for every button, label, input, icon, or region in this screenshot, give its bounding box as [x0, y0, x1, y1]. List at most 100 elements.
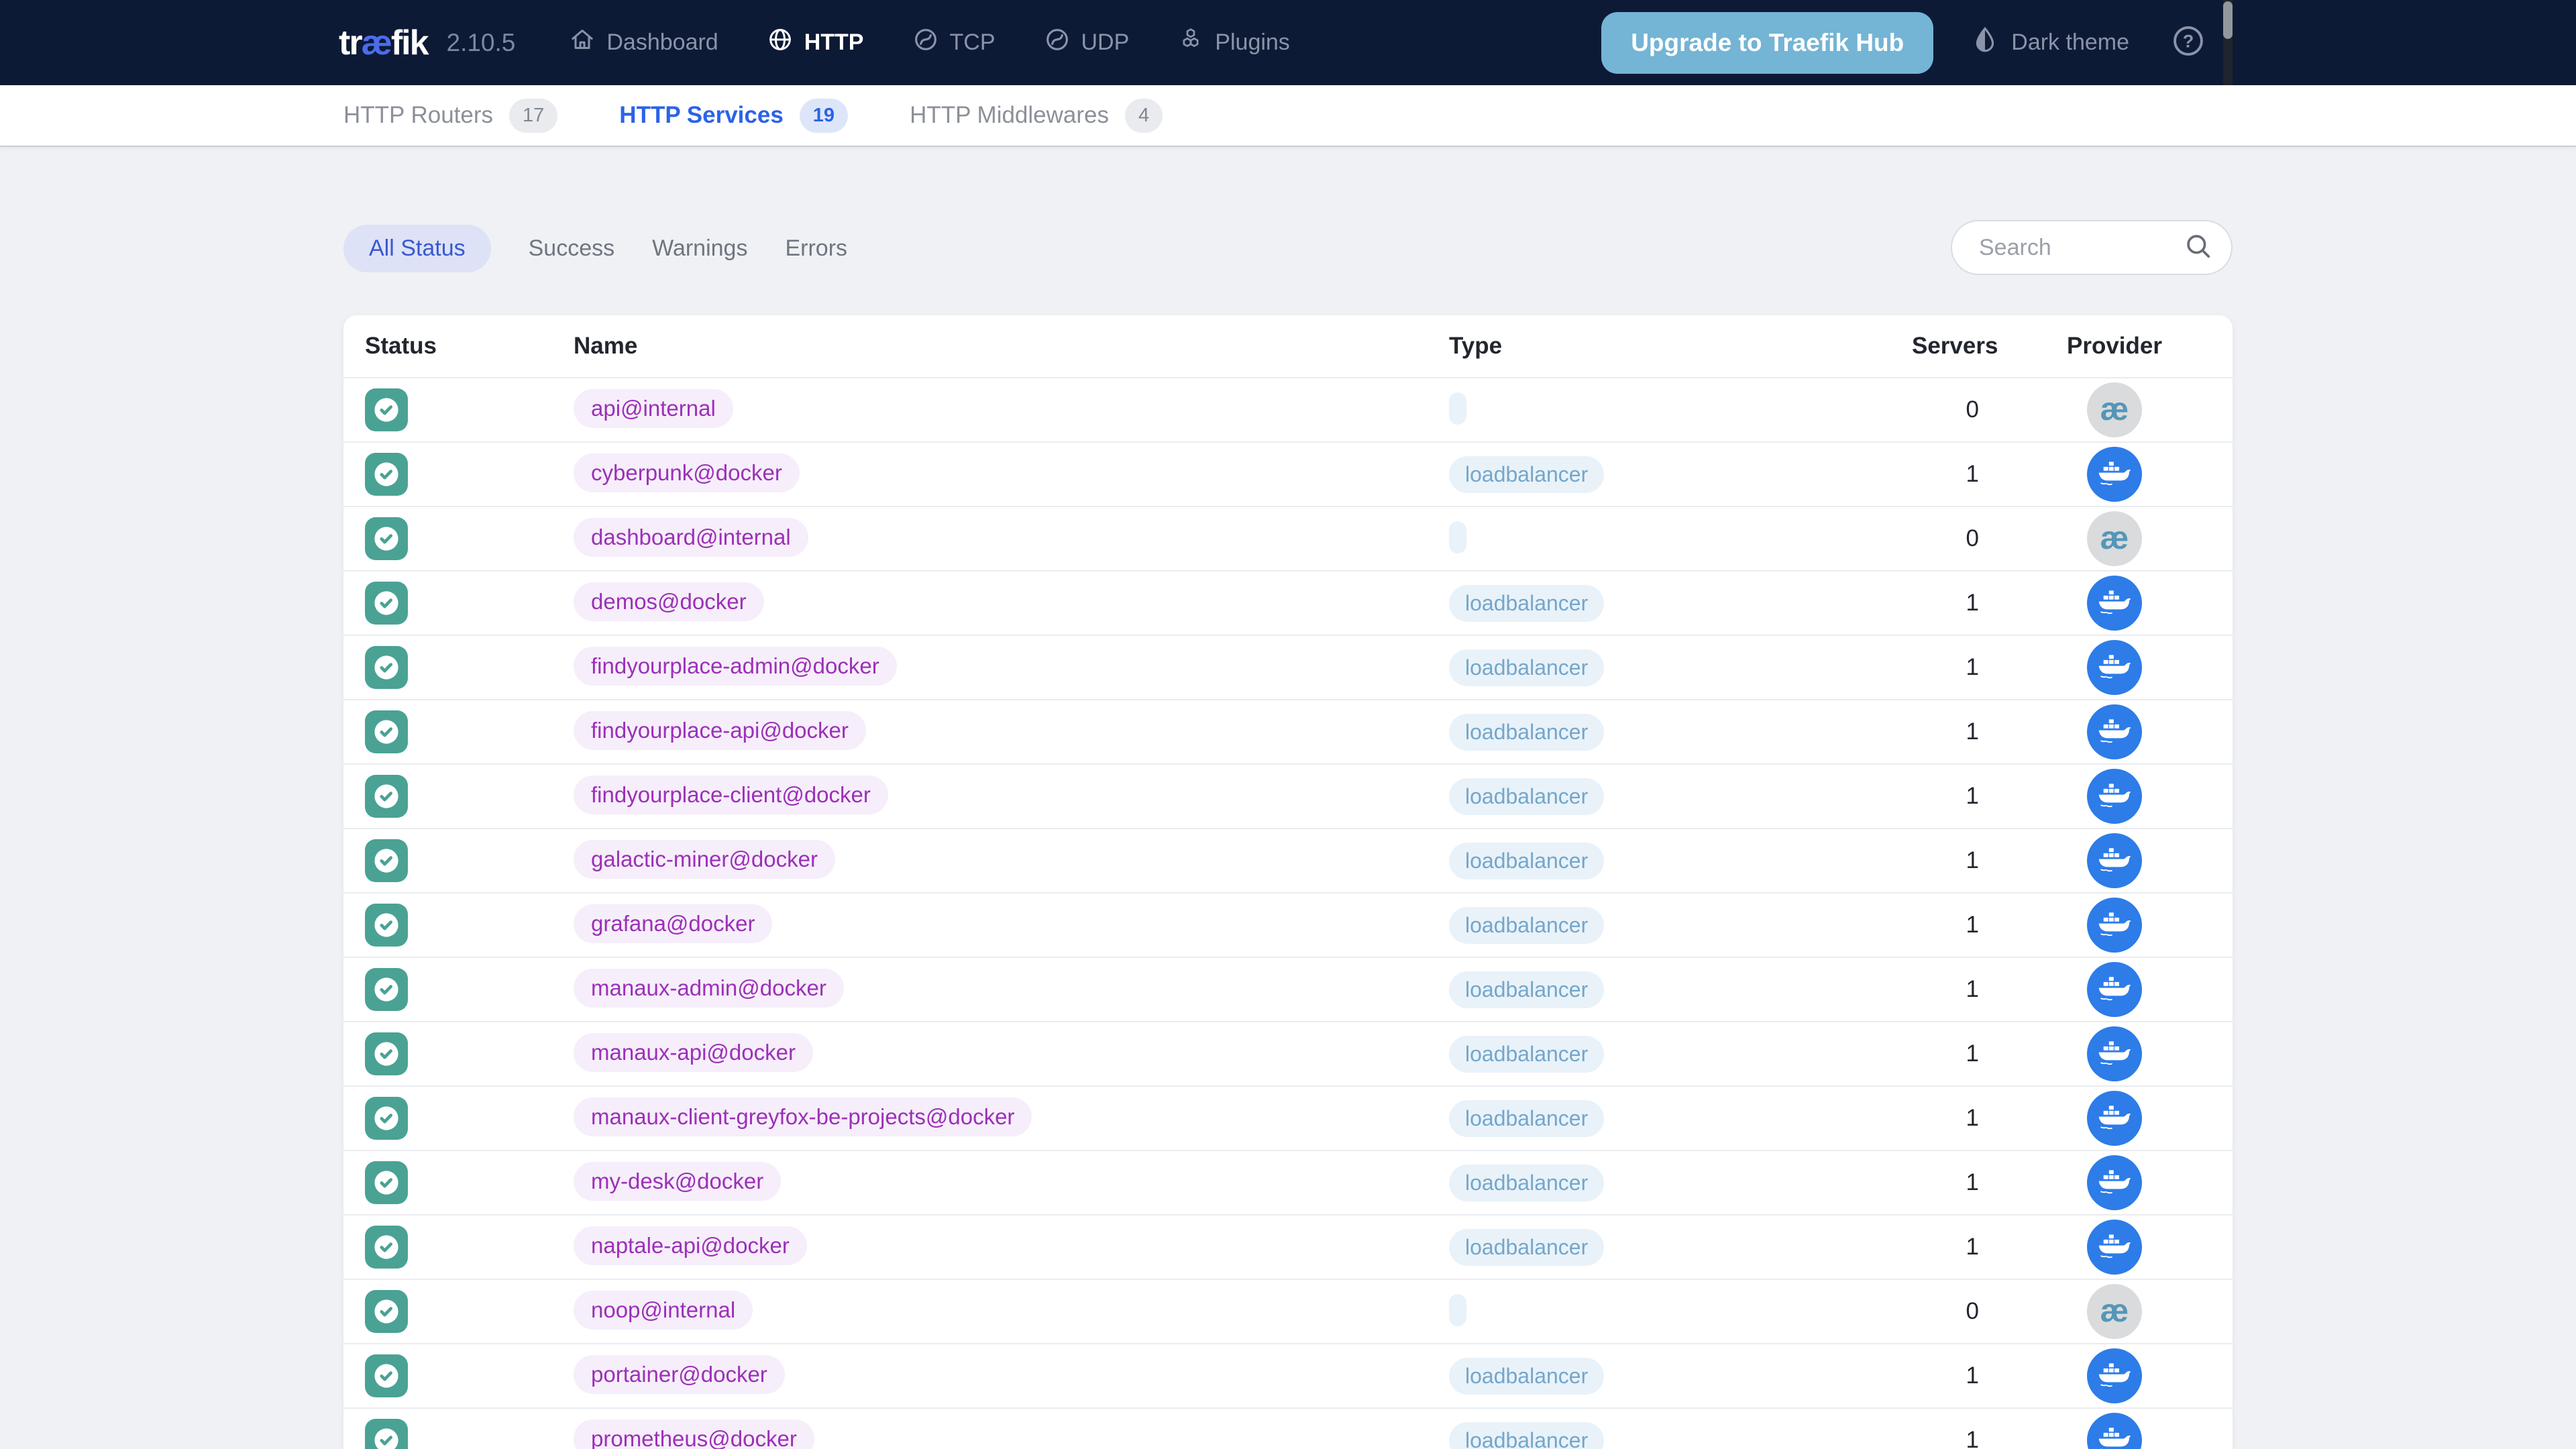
- service-name: galactic-miner@docker: [574, 839, 835, 879]
- provider-cell: æ: [1979, 382, 2211, 437]
- servers-count: 0: [1966, 396, 1979, 423]
- table-row[interactable]: manaux-client-greyfox-be-projects@docker…: [343, 1085, 2233, 1150]
- scrollbar-thumb[interactable]: [2223, 1, 2233, 39]
- table-row[interactable]: galactic-miner@docker loadbalancer 1: [343, 828, 2233, 892]
- traefik-logo[interactable]: tr æ fik: [339, 23, 429, 63]
- theme-toggle[interactable]: Dark theme: [1971, 25, 2129, 60]
- status-cell: [365, 1226, 574, 1269]
- search-input[interactable]: [1978, 233, 2183, 262]
- type-cell: loadbalancer: [1449, 1421, 1912, 1449]
- status-cell: [365, 1290, 574, 1333]
- provider-cell: [1979, 704, 2211, 759]
- column-header-servers: Servers: [1912, 333, 1998, 359]
- status-success-badge: [365, 517, 408, 560]
- name-cell: demos@docker: [574, 582, 1449, 625]
- table-row[interactable]: naptale-api@docker loadbalancer 1: [343, 1214, 2233, 1279]
- servers-count: 1: [1966, 654, 1979, 680]
- filter-all-status[interactable]: All Status: [343, 225, 491, 272]
- tab-count-badge: 17: [509, 98, 558, 133]
- service-type: loadbalancer: [1449, 713, 1605, 751]
- filter-errors[interactable]: Errors: [785, 225, 847, 272]
- type-cell: [1449, 392, 1912, 428]
- nav-item-plugins[interactable]: Plugins: [1177, 26, 1290, 59]
- theme-label: Dark theme: [2011, 30, 2129, 55]
- name-cell: portainer@docker: [574, 1354, 1449, 1397]
- service-name: api@internal: [574, 388, 733, 428]
- servers-count: 1: [1966, 590, 1979, 616]
- filter-success[interactable]: Success: [529, 225, 615, 272]
- tab-http-routers[interactable]: HTTP Routers 17: [343, 98, 558, 133]
- traefik-provider-icon: æ: [2087, 1284, 2142, 1339]
- column-header-name: Name: [574, 333, 638, 359]
- provider-cell: [1979, 1348, 2211, 1403]
- table-row[interactable]: noop@internal 0 æ: [343, 1279, 2233, 1343]
- table-row[interactable]: grafana@docker loadbalancer 1: [343, 892, 2233, 957]
- servers-count: 1: [1966, 912, 1979, 938]
- provider-cell: æ: [1979, 1284, 2211, 1339]
- section-tabbar: HTTP Routers 17 HTTP Services 19 HTTP Mi…: [0, 85, 2576, 147]
- status-success-badge: [365, 710, 408, 753]
- top-navbar: tr æ fik 2.10.5 Dashboard HTTP TCP UDP Plu…: [0, 0, 2576, 85]
- service-type: loadbalancer: [1449, 1357, 1605, 1395]
- status-cell: [365, 582, 574, 625]
- name-cell: findyourplace-api@docker: [574, 710, 1449, 753]
- service-name: findyourplace-client@docker: [574, 775, 888, 814]
- service-type: loadbalancer: [1449, 1164, 1605, 1201]
- service-type: loadbalancer: [1449, 906, 1605, 944]
- servers-count: 1: [1966, 976, 1979, 1002]
- table-row[interactable]: findyourplace-client@docker loadbalancer…: [343, 763, 2233, 828]
- table-row[interactable]: findyourplace-api@docker loadbalancer 1: [343, 699, 2233, 763]
- upgrade-button[interactable]: Upgrade to Traefik Hub: [1601, 11, 1934, 74]
- status-cell: [365, 453, 574, 496]
- table-row[interactable]: my-desk@docker loadbalancer 1: [343, 1150, 2233, 1214]
- table-row[interactable]: portainer@docker loadbalancer 1: [343, 1343, 2233, 1407]
- table-row[interactable]: manaux-admin@docker loadbalancer 1: [343, 957, 2233, 1021]
- tab-http-services[interactable]: HTTP Services 19: [619, 98, 849, 133]
- table-row[interactable]: prometheus@docker loadbalancer 1: [343, 1407, 2233, 1449]
- globe-icon: [767, 26, 794, 59]
- nav-item-http[interactable]: HTTP: [767, 26, 864, 59]
- tab-label: HTTP Routers: [343, 102, 494, 128]
- provider-cell: [1979, 769, 2211, 824]
- table-row[interactable]: demos@docker loadbalancer 1: [343, 570, 2233, 635]
- name-cell: findyourplace-client@docker: [574, 775, 1449, 818]
- name-cell: my-desk@docker: [574, 1161, 1449, 1204]
- status-cell: [365, 839, 574, 882]
- table-row[interactable]: dashboard@internal 0 æ: [343, 506, 2233, 570]
- nav-item-dashboard[interactable]: Dashboard: [569, 26, 718, 59]
- table-row[interactable]: manaux-api@docker loadbalancer 1: [343, 1021, 2233, 1085]
- column-header-provider: Provider: [2067, 333, 2162, 359]
- status-cell: [365, 646, 574, 689]
- provider-cell: æ: [1979, 511, 2211, 566]
- name-cell: manaux-admin@docker: [574, 968, 1449, 1011]
- servers-count: 1: [1966, 1040, 1979, 1067]
- type-cell: loadbalancer: [1449, 1099, 1912, 1137]
- search-box: [1951, 220, 2233, 275]
- docker-provider-icon: [2087, 1091, 2142, 1146]
- name-cell: manaux-api@docker: [574, 1032, 1449, 1075]
- servers-count: 1: [1966, 461, 1979, 487]
- status-success-badge: [365, 582, 408, 625]
- type-cell: [1449, 521, 1912, 557]
- service-type: loadbalancer: [1449, 1099, 1605, 1137]
- tab-http-middlewares[interactable]: HTTP Middlewares 4: [910, 98, 1163, 133]
- table-row[interactable]: cyberpunk@docker loadbalancer 1: [343, 441, 2233, 506]
- nav-item-tcp[interactable]: TCP: [912, 26, 996, 59]
- status-success-badge: [365, 646, 408, 689]
- table-row[interactable]: findyourplace-admin@docker loadbalancer …: [343, 635, 2233, 699]
- provider-cell: [1979, 1413, 2211, 1449]
- proxy-icon: [912, 26, 939, 59]
- docker-provider-icon: [2087, 769, 2142, 824]
- service-type: loadbalancer: [1449, 842, 1605, 879]
- services-table: Status Name Type Servers Provider api@in…: [343, 315, 2233, 1449]
- service-type: loadbalancer: [1449, 1035, 1605, 1073]
- service-name: prometheus@docker: [574, 1419, 814, 1449]
- docker-provider-icon: [2087, 962, 2142, 1017]
- service-type: loadbalancer: [1449, 455, 1605, 493]
- filter-warnings[interactable]: Warnings: [652, 225, 747, 272]
- nav-item-udp[interactable]: UDP: [1044, 26, 1129, 59]
- docker-provider-icon: [2087, 1413, 2142, 1449]
- table-row[interactable]: api@internal 0 æ: [343, 377, 2233, 441]
- help-button[interactable]: ?: [2171, 23, 2206, 62]
- type-cell: loadbalancer: [1449, 1228, 1912, 1266]
